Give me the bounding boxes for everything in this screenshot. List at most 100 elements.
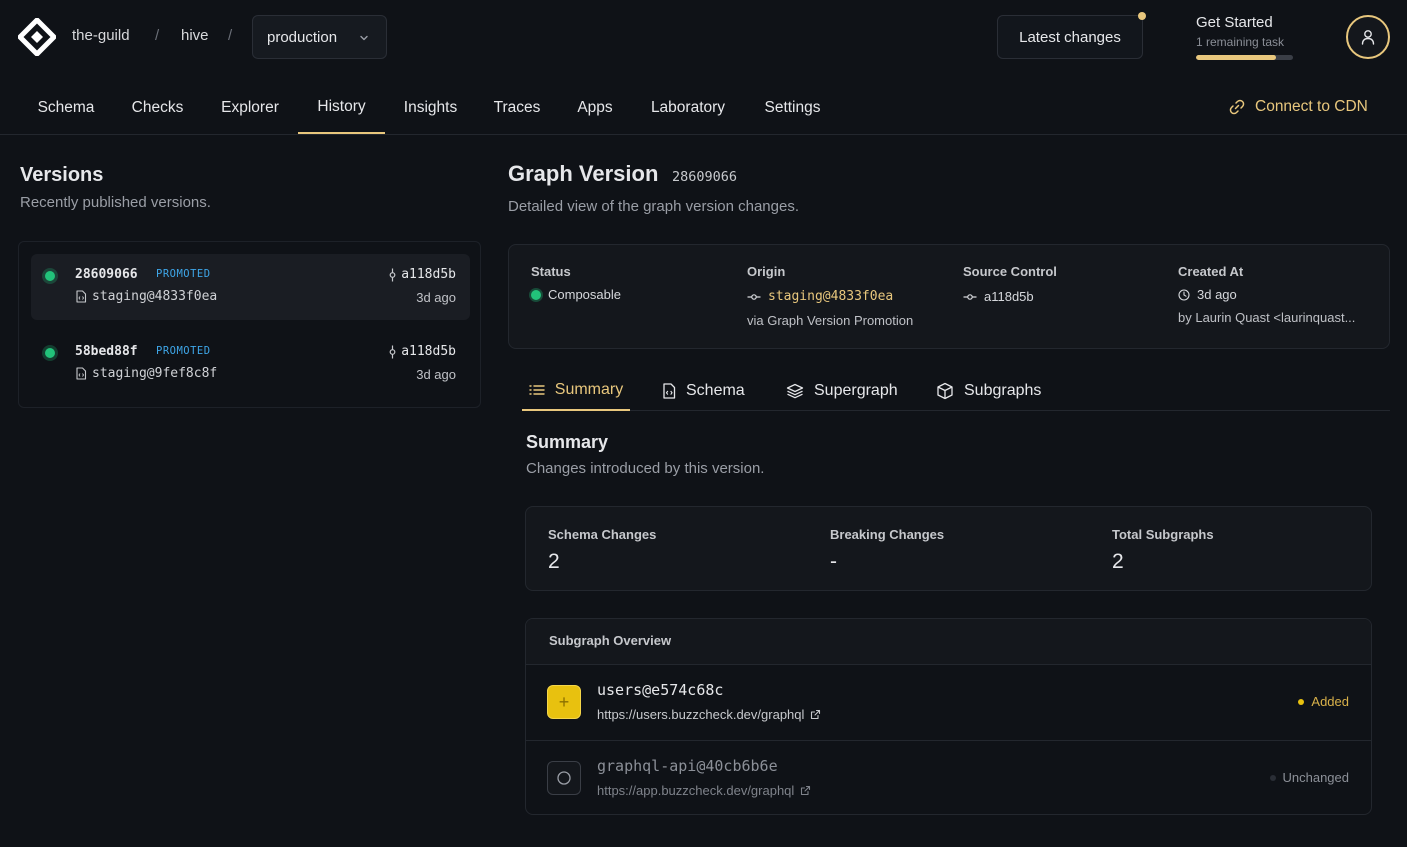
meta-source-row[interactable]: a118d5b xyxy=(963,289,1057,304)
meta-created-value: 3d ago xyxy=(1197,287,1237,302)
subgraph-url-link[interactable]: https://users.buzzcheck.dev/graphql xyxy=(597,707,821,722)
summary-stats-card: Schema Changes 2 Breaking Changes - Tota… xyxy=(525,506,1372,591)
box-icon xyxy=(936,382,954,400)
subgraph-name: users@e574c68c xyxy=(597,681,724,699)
stat-label: Breaking Changes xyxy=(830,527,945,542)
version-item[interactable]: 28609066 PROMOTED a118d5b staging@4833f0… xyxy=(31,254,470,320)
version-origin-label: staging@9fef8c8f xyxy=(92,366,218,381)
tab-schema[interactable]: Schema xyxy=(20,82,112,134)
version-commit-hash: a118d5b xyxy=(401,267,456,282)
status-dot xyxy=(1298,698,1305,705)
git-commit-horizontal-icon xyxy=(963,293,977,301)
breadcrumb-separator: / xyxy=(155,27,160,44)
subgraph-url: https://app.buzzcheck.dev/graphql xyxy=(597,783,795,798)
version-origin: staging@9fef8c8f xyxy=(75,366,217,381)
meta-origin-note: via Graph Version Promotion xyxy=(747,313,914,328)
meta-created-at: Created At 3d ago by Laurin Quast <lauri… xyxy=(1178,264,1355,325)
version-origin-label: staging@4833f0ea xyxy=(92,289,218,304)
subgraph-status-label: Unchanged xyxy=(1282,770,1350,785)
meta-created-by: by Laurin Quast <laurinquast... xyxy=(1178,310,1356,325)
version-id: 58bed88f xyxy=(75,344,138,359)
summary-subtitle: Changes introduced by this version. xyxy=(526,460,765,477)
unchanged-icon xyxy=(547,761,581,795)
tab-subgraphs-label: Subgraphs xyxy=(964,381,1042,399)
latest-changes-button[interactable]: Latest changes xyxy=(997,15,1143,59)
meta-status-value: Composable xyxy=(548,287,621,302)
tab-summary[interactable]: Summary xyxy=(522,370,630,411)
version-status-dot xyxy=(45,271,55,281)
tab-schema-view-label: Schema xyxy=(686,381,745,399)
versions-list: 28609066 PROMOTED a118d5b staging@4833f0… xyxy=(18,241,481,408)
tab-settings[interactable]: Settings xyxy=(746,82,839,134)
meta-status-label: Status xyxy=(531,264,571,279)
clock-icon xyxy=(1178,288,1190,301)
list-icon xyxy=(529,383,545,397)
page-title: Graph Version xyxy=(508,161,659,186)
tab-schema-view[interactable]: Schema xyxy=(658,370,749,411)
get-started-title: Get Started xyxy=(1196,14,1273,31)
subgraph-name: graphql-api@40cb6b6e xyxy=(597,757,778,775)
breadcrumb-org[interactable]: the-guild xyxy=(72,27,130,44)
meta-origin-label: Origin xyxy=(747,264,786,279)
stat-label: Schema Changes xyxy=(548,527,657,542)
subgraph-overview-card: Subgraph Overview + users@e574c68c https… xyxy=(525,618,1372,815)
tab-traces[interactable]: Traces xyxy=(476,82,558,134)
subgraph-status-label: Added xyxy=(1311,694,1349,709)
graph-version-id: 28609066 xyxy=(672,169,738,185)
stat-schema-changes: Schema Changes 2 xyxy=(548,527,656,574)
get-started-progress-fill xyxy=(1196,55,1276,60)
version-status-dot xyxy=(45,348,55,358)
git-commit-icon xyxy=(388,345,397,359)
summary-title: Summary xyxy=(526,432,609,452)
target-select-value: production xyxy=(267,28,338,46)
notification-dot xyxy=(1138,12,1146,20)
user-avatar[interactable] xyxy=(1346,15,1390,59)
version-time: 3d ago xyxy=(416,290,456,305)
tab-explorer[interactable]: Explorer xyxy=(203,82,297,134)
meta-source-value: a118d5b xyxy=(984,289,1034,304)
subgraph-row[interactable]: + users@e574c68c https://users.buzzcheck… xyxy=(526,665,1371,740)
subgraph-url-link[interactable]: https://app.buzzcheck.dev/graphql xyxy=(597,783,811,798)
stat-value: - xyxy=(830,550,837,573)
user-icon xyxy=(1359,28,1377,46)
external-link-icon xyxy=(810,709,821,720)
layers-icon xyxy=(786,383,804,399)
meta-created-row: 3d ago xyxy=(1178,287,1355,302)
tab-supergraph[interactable]: Supergraph xyxy=(782,370,902,411)
connect-to-cdn-link[interactable]: Connect to CDN xyxy=(1228,98,1368,116)
tab-insights[interactable]: Insights xyxy=(387,82,474,134)
meta-status: Status Composable xyxy=(531,264,621,302)
git-commit-icon xyxy=(388,268,397,282)
chevron-down-icon xyxy=(358,32,370,44)
subgraph-row[interactable]: graphql-api@40cb6b6e https://app.buzzche… xyxy=(526,740,1371,814)
target-select[interactable]: production xyxy=(252,15,387,59)
versions-title: Versions xyxy=(20,164,104,186)
get-started-widget[interactable]: Get Started 1 remaining task xyxy=(1196,14,1306,60)
promoted-badge: PROMOTED xyxy=(156,268,211,280)
tab-history[interactable]: History xyxy=(298,82,385,134)
stat-label: Total Subgraphs xyxy=(1112,527,1214,542)
version-commit-hash: a118d5b xyxy=(401,344,456,359)
breadcrumb-project[interactable]: hive xyxy=(181,27,209,44)
tab-checks[interactable]: Checks xyxy=(114,82,201,134)
tab-apps[interactable]: Apps xyxy=(560,82,630,134)
meta-origin-row[interactable]: staging@4833f0ea xyxy=(747,289,913,304)
meta-origin: Origin staging@4833f0ea via Graph Versio… xyxy=(747,264,913,328)
get-started-progress xyxy=(1196,55,1293,60)
hive-logo-icon[interactable] xyxy=(18,18,56,56)
status-dot xyxy=(531,289,541,300)
promoted-badge: PROMOTED xyxy=(156,345,211,357)
version-item[interactable]: 58bed88f PROMOTED a118d5b staging@9fef8c… xyxy=(31,331,470,397)
git-commit-horizontal-icon xyxy=(747,293,761,301)
subgraph-status: Unchanged xyxy=(1269,770,1350,785)
status-dot xyxy=(1269,774,1276,781)
tab-laboratory[interactable]: Laboratory xyxy=(632,82,744,134)
main-nav: Schema Checks Explorer History Insights … xyxy=(0,82,1407,135)
version-meta-card: Status Composable Origin staging@4833f0e… xyxy=(508,244,1390,349)
meta-origin-value: staging@4833f0ea xyxy=(768,289,894,304)
tab-subgraphs[interactable]: Subgraphs xyxy=(932,370,1045,411)
version-commit: a118d5b xyxy=(388,267,456,282)
version-commit: a118d5b xyxy=(388,344,456,359)
stat-value: 2 xyxy=(1112,550,1124,573)
file-code-icon xyxy=(75,367,87,380)
